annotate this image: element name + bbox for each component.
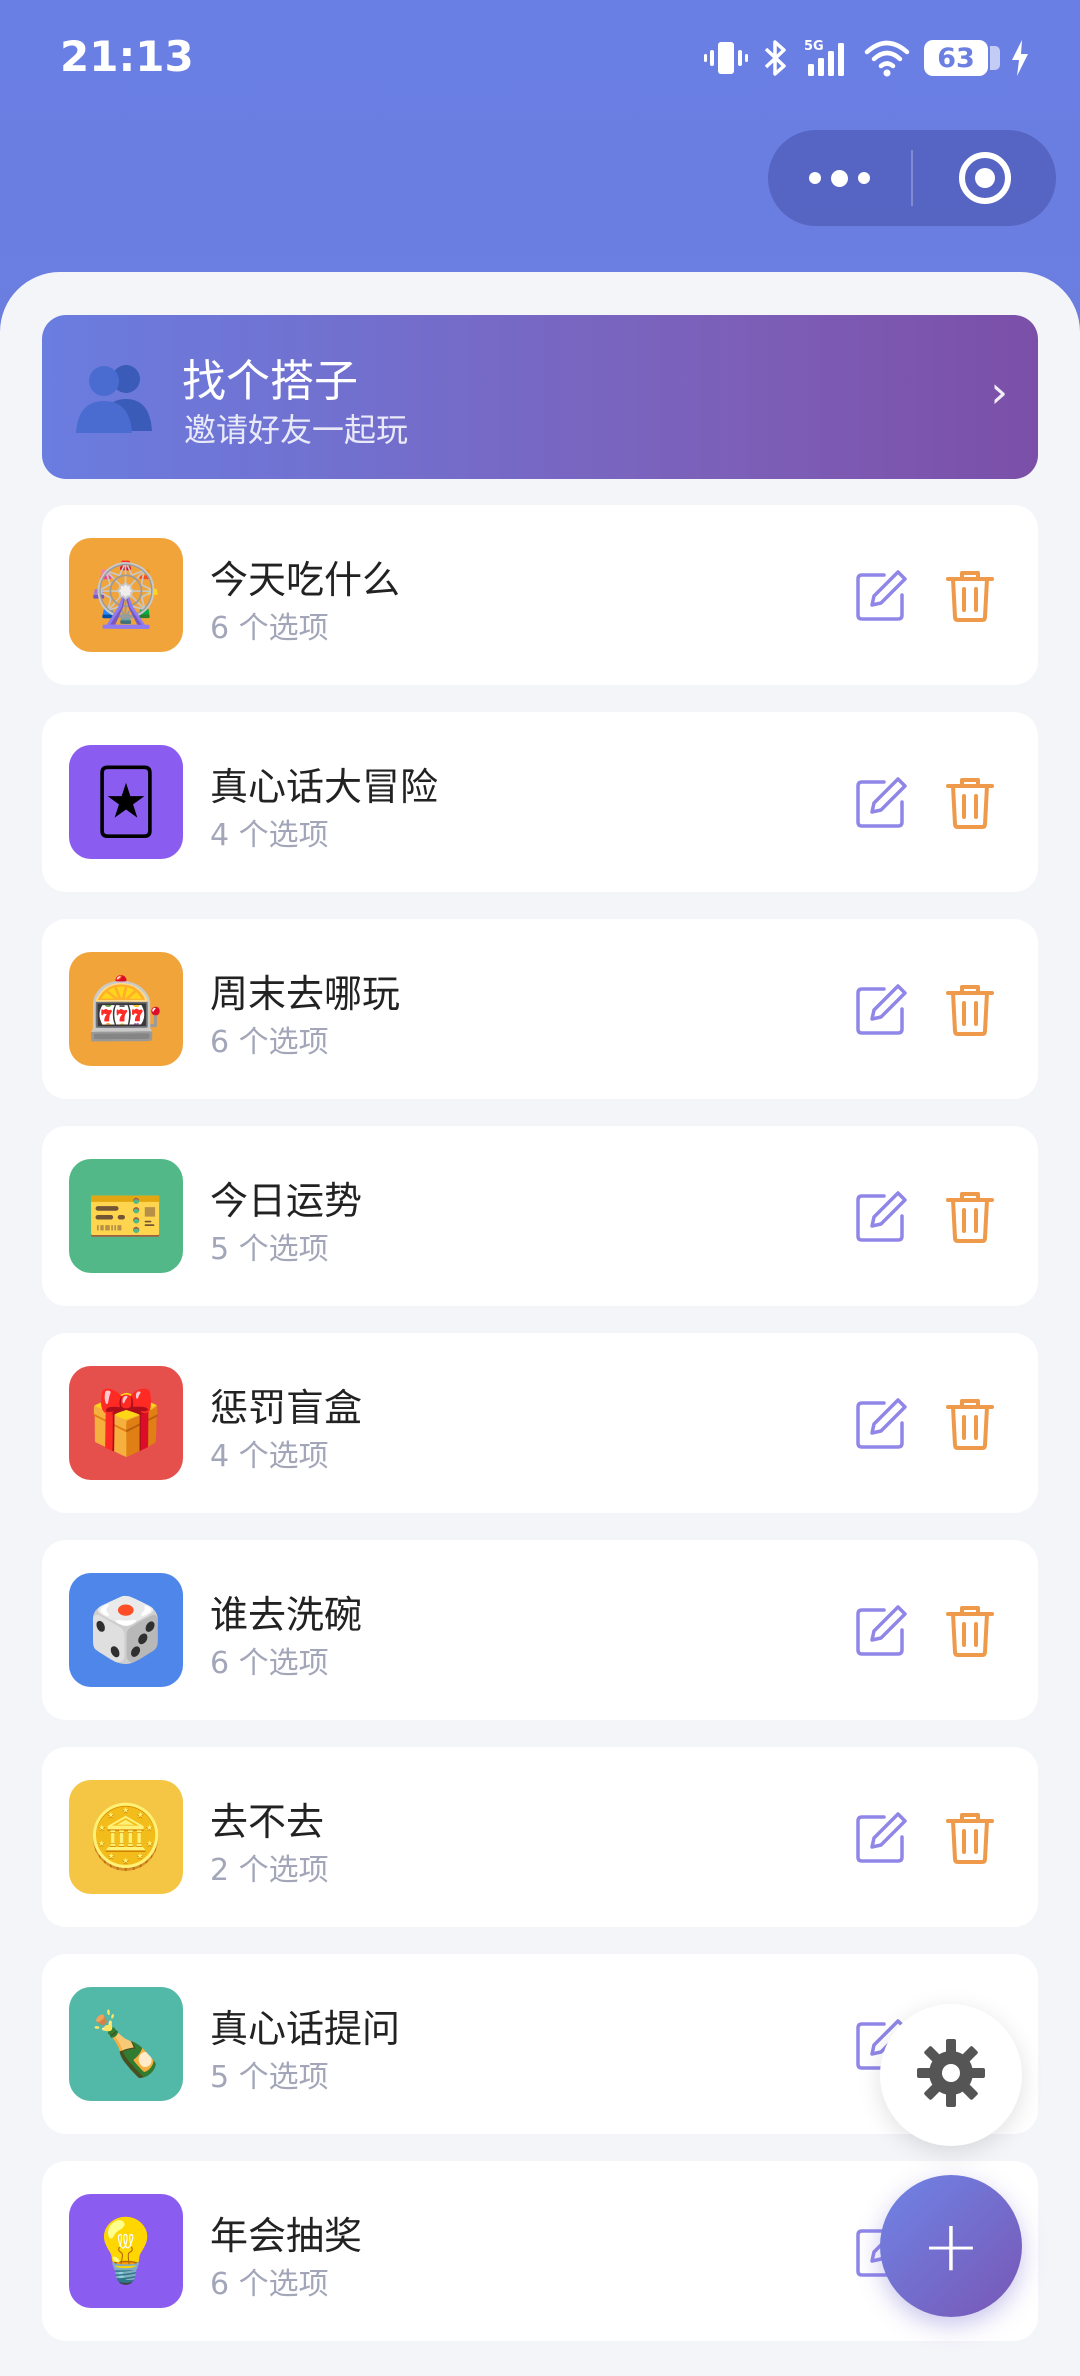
item-title: 真心话大冒险 bbox=[210, 765, 439, 809]
add-button[interactable]: + bbox=[880, 2175, 1022, 2317]
item-icon: 🎲 bbox=[69, 1573, 183, 1687]
item-icon: 🍾 bbox=[69, 1987, 183, 2101]
item-title: 今日运势 bbox=[210, 1179, 363, 1223]
chevron-right-icon: › bbox=[990, 367, 1008, 418]
item-count: 6 个选项 bbox=[210, 1646, 329, 1681]
item-icon: 🎁 bbox=[69, 1366, 183, 1480]
edit-icon[interactable] bbox=[854, 1395, 910, 1451]
item-count: 6 个选项 bbox=[210, 1025, 329, 1060]
list-item[interactable]: 🪙 去不去 2 个选项 bbox=[42, 1747, 1038, 1927]
status-bar: 21:13 5G 63 bbox=[0, 0, 1080, 120]
item-count: 2 个选项 bbox=[210, 1853, 329, 1888]
list-item[interactable]: 🎲 谁去洗碗 6 个选项 bbox=[42, 1540, 1038, 1720]
people-icon bbox=[70, 355, 160, 439]
edit-icon[interactable] bbox=[854, 1602, 910, 1658]
item-icon: 💡 bbox=[69, 2194, 183, 2308]
list-item[interactable]: 🎰 周末去哪玩 6 个选项 bbox=[42, 919, 1038, 1099]
gear-icon bbox=[915, 2037, 987, 2113]
item-icon: 🪙 bbox=[69, 1780, 183, 1894]
battery-level: 63 bbox=[937, 42, 975, 74]
trash-icon[interactable] bbox=[942, 774, 998, 830]
item-title: 真心话提问 bbox=[210, 2007, 401, 2051]
edit-icon[interactable] bbox=[854, 567, 910, 623]
list-item[interactable]: 🎁 惩罚盲盒 4 个选项 bbox=[42, 1333, 1038, 1513]
item-icon: 🎰 bbox=[69, 952, 183, 1066]
item-count: 4 个选项 bbox=[210, 818, 329, 853]
network-label: 5G bbox=[804, 39, 824, 54]
item-icon: 🎫 bbox=[69, 1159, 183, 1273]
edit-icon[interactable] bbox=[854, 981, 910, 1037]
trash-icon[interactable] bbox=[942, 1809, 998, 1865]
trash-icon[interactable] bbox=[942, 1602, 998, 1658]
bluetooth-icon bbox=[762, 38, 790, 78]
status-time: 21:13 bbox=[60, 32, 194, 81]
item-icon: 🃏 bbox=[69, 745, 183, 859]
item-count: 6 个选项 bbox=[210, 611, 329, 646]
edit-icon[interactable] bbox=[854, 1188, 910, 1244]
battery-icon: 63 bbox=[924, 40, 1000, 76]
find-partner-banner[interactable]: 找个搭子 邀请好友一起玩 › bbox=[42, 315, 1038, 479]
item-title: 今天吃什么 bbox=[210, 558, 401, 602]
close-miniprogram-icon[interactable] bbox=[913, 130, 1056, 226]
item-title: 惩罚盲盒 bbox=[210, 1386, 363, 1430]
signal-icon: 5G bbox=[804, 38, 850, 78]
vibrate-icon bbox=[704, 38, 748, 78]
item-title: 去不去 bbox=[210, 1800, 325, 1844]
item-title: 周末去哪玩 bbox=[210, 972, 401, 1016]
settings-button[interactable] bbox=[880, 2004, 1022, 2146]
banner-title: 找个搭子 bbox=[182, 356, 358, 407]
trash-icon[interactable] bbox=[942, 981, 998, 1037]
charging-icon bbox=[1010, 38, 1030, 78]
wifi-icon bbox=[864, 38, 910, 78]
trash-icon[interactable] bbox=[942, 567, 998, 623]
edit-icon[interactable] bbox=[854, 1809, 910, 1865]
item-count: 4 个选项 bbox=[210, 1439, 329, 1474]
item-count: 5 个选项 bbox=[210, 1232, 329, 1267]
status-icons: 5G 63 bbox=[704, 36, 1030, 80]
edit-icon[interactable] bbox=[854, 774, 910, 830]
trash-icon[interactable] bbox=[942, 1188, 998, 1244]
miniprogram-capsule bbox=[768, 130, 1056, 226]
item-title: 年会抽奖 bbox=[210, 2214, 363, 2258]
item-icon: 🎡 bbox=[69, 538, 183, 652]
banner-subtitle: 邀请好友一起玩 bbox=[184, 411, 409, 449]
item-title: 谁去洗碗 bbox=[210, 1593, 363, 1637]
more-icon[interactable] bbox=[768, 130, 911, 226]
list-item[interactable]: 🃏 真心话大冒险 4 个选项 bbox=[42, 712, 1038, 892]
item-count: 5 个选项 bbox=[210, 2060, 329, 2095]
trash-icon[interactable] bbox=[942, 1395, 998, 1451]
item-count: 6 个选项 bbox=[210, 2267, 329, 2302]
list-item[interactable]: 🎫 今日运势 5 个选项 bbox=[42, 1126, 1038, 1306]
list-item[interactable]: 🎡 今天吃什么 6 个选项 bbox=[42, 505, 1038, 685]
